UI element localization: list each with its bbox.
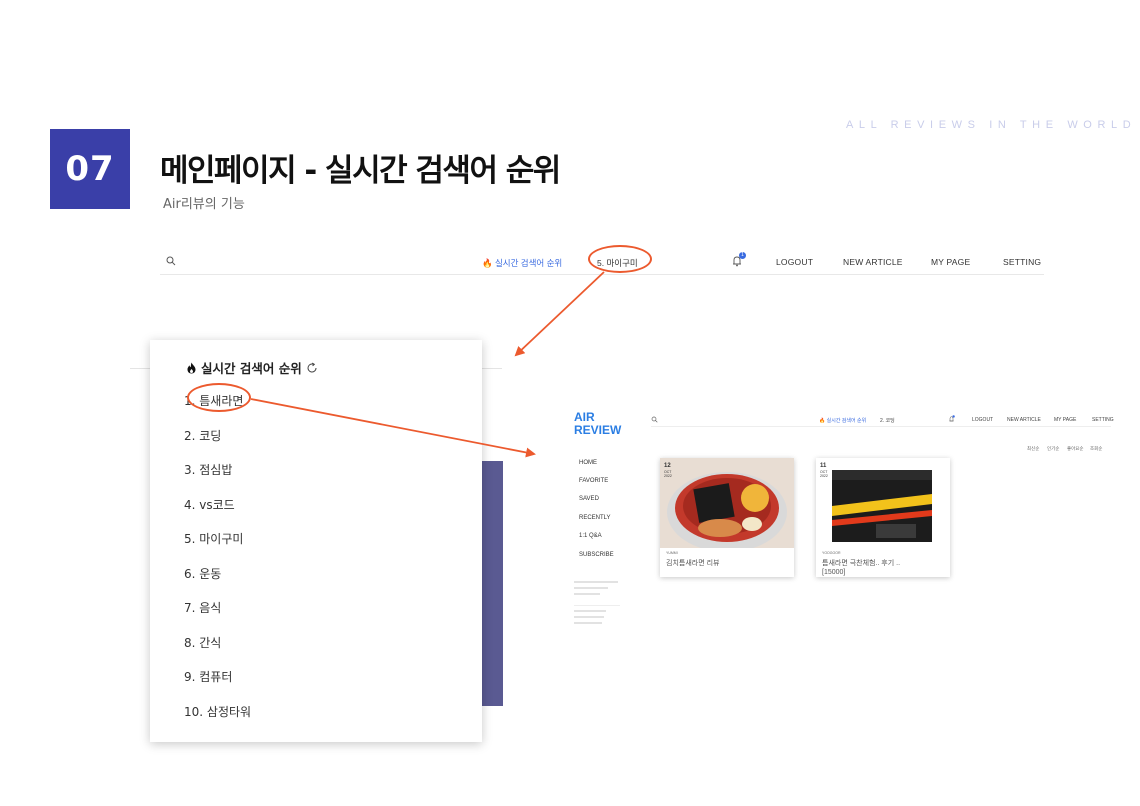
- arrow-to-results: [250, 398, 536, 458]
- arrow-to-popup: [514, 271, 605, 357]
- annotation-arrows: [250, 271, 605, 458]
